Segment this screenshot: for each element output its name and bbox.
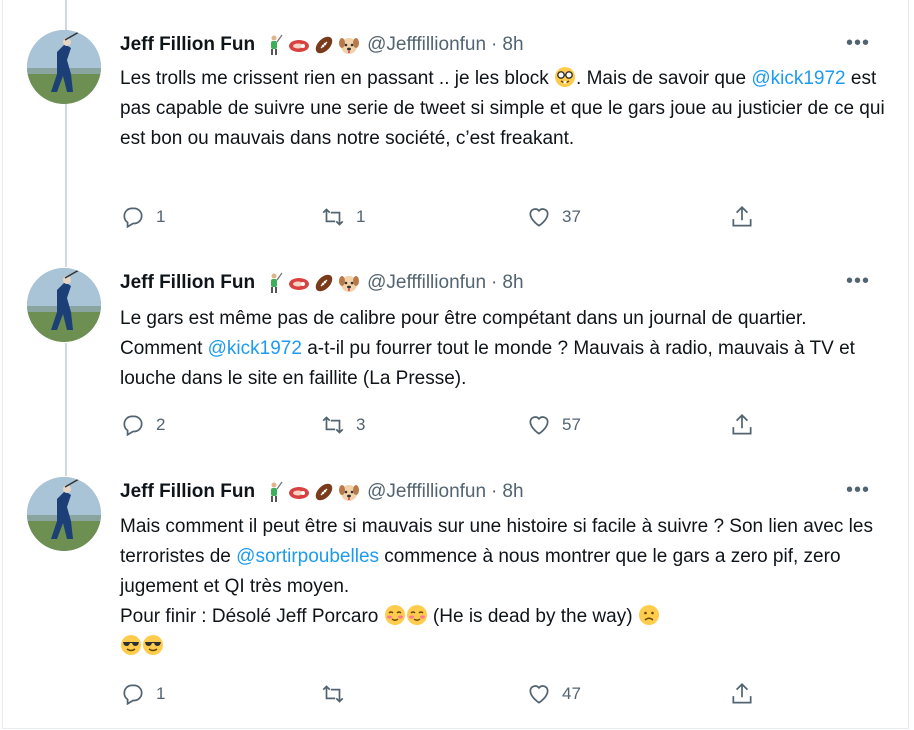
header-emojis: [263, 481, 360, 503]
reply-count: 1: [156, 207, 166, 226]
retweet-button[interactable]: 3: [320, 412, 365, 438]
golfer-emoji: [271, 481, 283, 502]
like-button[interactable]: 47: [526, 681, 581, 707]
header-emojis: [263, 272, 360, 294]
share-button[interactable]: [729, 204, 755, 230]
dog-face-emoji: [339, 276, 360, 292]
share-icon: [732, 206, 752, 227]
tweet[interactable]: Jeff Fillion Fun @Jefffillionfun · 8h ••…: [3, 477, 910, 727]
timestamp[interactable]: 8h: [502, 34, 523, 56]
mention-link[interactable]: @kick1972: [751, 68, 845, 89]
separator-dot: ·: [491, 481, 498, 502]
blushing-emoji: [406, 605, 427, 625]
sunglasses-emoji: [143, 635, 163, 655]
action-bar: 2 3 57: [120, 412, 760, 442]
timestamp[interactable]: 8h: [502, 481, 523, 503]
frowning-emoji: [638, 605, 659, 625]
handle[interactable]: @Jefffillionfun: [367, 272, 486, 294]
handle[interactable]: @Jefffillionfun: [367, 481, 486, 503]
retweet-button[interactable]: 1: [320, 204, 365, 230]
steak-emoji: [289, 487, 310, 499]
tweet-text: Les trolls me crissent rien en passant .…: [120, 67, 890, 149]
like-count: 47: [562, 684, 581, 703]
separator-dot: ·: [491, 272, 498, 293]
timestamp[interactable]: 8h: [502, 272, 523, 294]
like-count: 57: [562, 415, 581, 434]
golfer-emoji: [271, 34, 283, 55]
separator-dot: ·: [491, 34, 498, 55]
display-name[interactable]: Jeff Fillion Fun: [120, 34, 255, 56]
reply-icon: [123, 415, 143, 437]
reply-count: 2: [156, 415, 166, 434]
timeline-thread: Jeff Fillion Fun @Jefffillionfun · 8h ••…: [2, 0, 909, 729]
display-name[interactable]: Jeff Fillion Fun: [120, 481, 255, 503]
sunglasses-emoji: [121, 635, 141, 655]
steak-emoji: [289, 278, 310, 290]
mention-link[interactable]: @sortirpoubelles: [236, 546, 379, 567]
share-icon: [732, 683, 752, 704]
reply-count: 1: [156, 684, 166, 703]
golfer-emoji: [271, 272, 283, 293]
reply-button[interactable]: 2: [120, 412, 165, 438]
avatar[interactable]: [27, 268, 101, 342]
tweet-header: Jeff Fillion Fun @Jefffillionfun · 8h: [120, 477, 524, 507]
retweet-icon: [322, 685, 344, 703]
avatar[interactable]: [27, 30, 101, 104]
avatar[interactable]: [27, 477, 101, 551]
share-icon: [732, 414, 752, 435]
retweet-icon: [322, 416, 344, 434]
like-count: 37: [562, 207, 581, 226]
retweet-button[interactable]: [320, 681, 356, 707]
blushing-emoji: [384, 605, 405, 625]
tweet-header: Jeff Fillion Fun @Jefffillionfun · 8h: [120, 268, 524, 298]
retweet-icon: [322, 208, 344, 226]
more-icon[interactable]: •••: [846, 32, 870, 55]
reply-icon: [123, 207, 143, 229]
like-button[interactable]: 37: [526, 204, 581, 230]
retweet-count: 3: [356, 415, 366, 434]
like-icon: [529, 685, 549, 704]
display-name[interactable]: Jeff Fillion Fun: [120, 272, 255, 294]
reply-icon: [123, 684, 143, 706]
tweet-text: Mais comment il peut être si mauvais sur…: [120, 512, 890, 662]
like-icon: [529, 416, 549, 435]
football-emoji: [315, 36, 333, 54]
football-emoji: [315, 274, 333, 292]
more-icon[interactable]: •••: [846, 270, 870, 293]
tweet-text: Le gars est même pas de calibre pour êtr…: [120, 308, 861, 389]
football-emoji: [315, 483, 333, 501]
nerd-face-emoji: [555, 67, 576, 87]
share-button[interactable]: [729, 681, 755, 707]
thread-line: [65, 0, 67, 30]
more-icon[interactable]: •••: [846, 479, 870, 502]
share-button[interactable]: [729, 412, 755, 438]
dog-face-emoji: [339, 485, 360, 501]
action-bar: 1 1 37: [120, 204, 760, 234]
dog-face-emoji: [339, 38, 360, 54]
header-emojis: [263, 34, 360, 56]
like-button[interactable]: 57: [526, 412, 581, 438]
steak-emoji: [289, 40, 310, 52]
tweet-header: Jeff Fillion Fun @Jefffillionfun · 8h: [120, 30, 524, 60]
retweet-count: 1: [356, 207, 366, 226]
mention-link[interactable]: @kick1972: [208, 338, 302, 359]
reply-button[interactable]: 1: [120, 681, 165, 707]
handle[interactable]: @Jefffillionfun: [367, 34, 486, 56]
tweet[interactable]: Jeff Fillion Fun @Jefffillionfun · 8h ••…: [3, 268, 910, 468]
action-bar: 1 47: [120, 681, 760, 711]
reply-button[interactable]: 1: [120, 204, 165, 230]
like-icon: [529, 208, 549, 227]
tweet[interactable]: Jeff Fillion Fun @Jefffillionfun · 8h ••…: [3, 30, 910, 255]
